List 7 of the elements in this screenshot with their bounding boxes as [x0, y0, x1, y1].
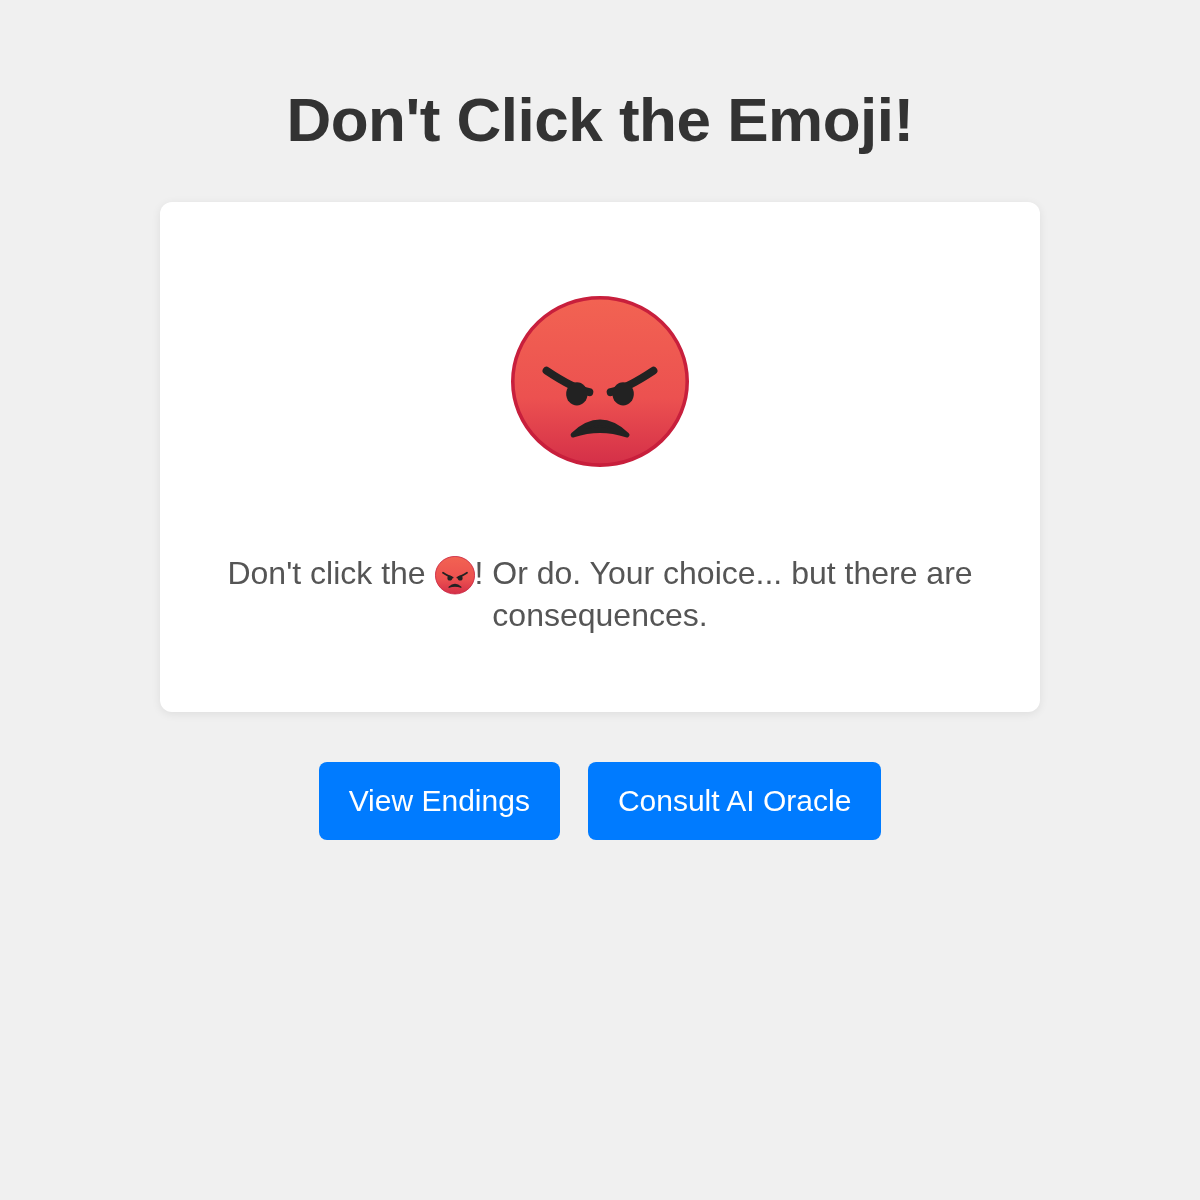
angry-face-icon: [434, 556, 475, 595]
message-text: ! Or do. Your choice... but there are consequences.: [474, 554, 973, 633]
page-title: Don't Click the Emoji!: [286, 84, 914, 156]
message-text: Don't click the: [227, 554, 426, 591]
action-button[interactable]: Consult AI Oracle: [587, 762, 882, 840]
action-button[interactable]: View Endings: [318, 762, 560, 840]
angry-face-icon[interactable]: [511, 296, 689, 467]
